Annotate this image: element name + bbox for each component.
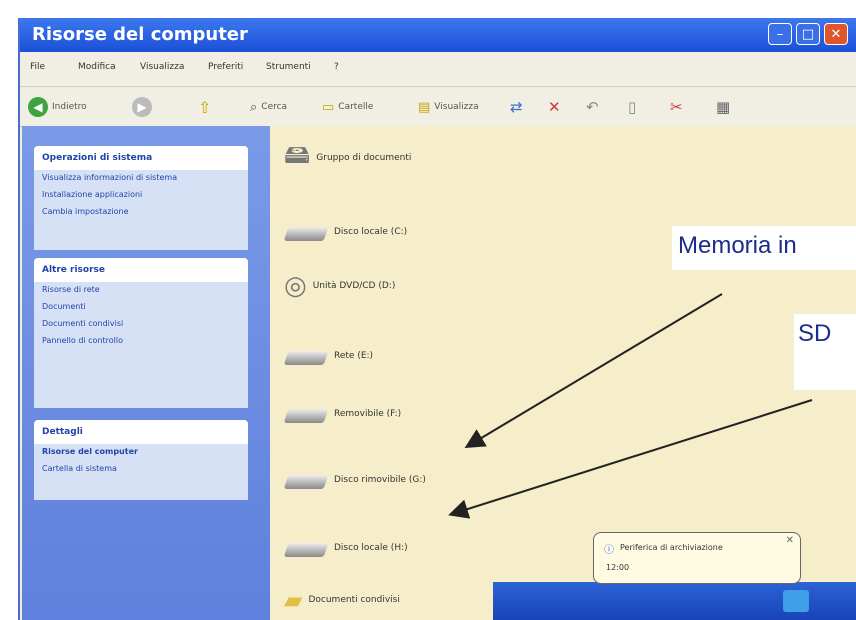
close-icon[interactable]: ✕ bbox=[786, 535, 794, 546]
balloon-text: Periferica di archiviazione bbox=[620, 543, 723, 552]
taskbar bbox=[493, 582, 856, 620]
arrow-memoria bbox=[464, 293, 723, 449]
balloon-subtext: 12:00 bbox=[606, 563, 630, 572]
arrow-sd bbox=[448, 399, 813, 519]
tray-device-icon[interactable] bbox=[783, 590, 809, 612]
info-icon: ⓘ bbox=[604, 545, 614, 556]
annotation-arrows bbox=[448, 293, 813, 519]
notification-balloon[interactable]: ⓘ Periferica di archiviazione 12:00 ✕ bbox=[593, 532, 801, 584]
